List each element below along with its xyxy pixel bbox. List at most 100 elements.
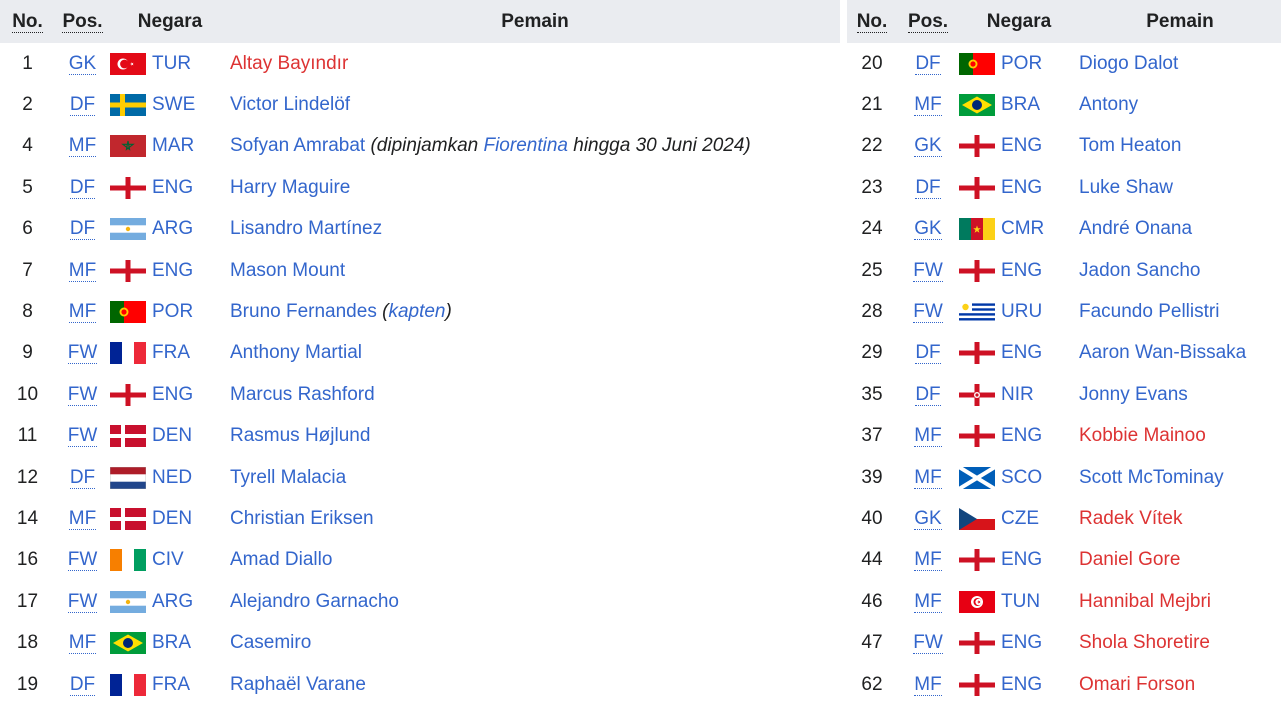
nation-code[interactable]: FRA — [152, 674, 190, 695]
netherlands-flag-icon[interactable] — [110, 466, 146, 489]
cameroon-flag-icon[interactable] — [959, 218, 995, 241]
nation-code[interactable]: SWE — [152, 94, 195, 115]
position-abbr[interactable]: DF — [69, 673, 96, 696]
nation-code[interactable]: TUR — [152, 53, 191, 74]
nation-code[interactable]: ENG — [152, 260, 193, 281]
england-flag-icon[interactable] — [959, 342, 995, 365]
nation-code[interactable]: ENG — [1001, 135, 1042, 156]
player-link[interactable]: Aaron Wan-Bissaka — [1079, 342, 1246, 363]
position-abbr[interactable]: DF — [915, 342, 941, 365]
position-abbr[interactable]: GK — [914, 135, 942, 158]
position-abbr[interactable]: MF — [914, 425, 942, 448]
nation-code[interactable]: DEN — [152, 425, 192, 446]
player-link[interactable]: Amad Diallo — [230, 549, 332, 570]
nation-code[interactable]: ENG — [1001, 674, 1042, 695]
nation-code[interactable]: ENG — [1001, 342, 1042, 363]
position-abbr[interactable]: DF — [915, 52, 941, 75]
position-abbr[interactable]: DF — [915, 383, 941, 406]
portugal-flag-icon[interactable] — [110, 301, 146, 324]
player-link[interactable]: Facundo Pellistri — [1079, 301, 1219, 322]
header-pos[interactable]: Pos. — [897, 0, 959, 43]
position-abbr[interactable]: GK — [914, 507, 942, 530]
nation-code[interactable]: NIR — [1001, 384, 1034, 405]
nation-code[interactable]: TUN — [1001, 591, 1040, 612]
player-link[interactable]: Jonny Evans — [1079, 384, 1188, 405]
player-link[interactable]: Kobbie Mainoo — [1079, 425, 1206, 446]
nation-code[interactable]: POR — [152, 301, 193, 322]
player-link[interactable]: Christian Eriksen — [230, 508, 374, 529]
position-abbr[interactable]: MF — [68, 135, 97, 158]
nation-code[interactable]: ENG — [1001, 549, 1042, 570]
nation-code[interactable]: BRA — [152, 632, 191, 653]
player-link[interactable]: Tom Heaton — [1079, 135, 1181, 156]
player-link[interactable]: Alejandro Garnacho — [230, 591, 399, 612]
france-flag-icon[interactable] — [110, 342, 146, 365]
england-flag-icon[interactable] — [110, 259, 146, 282]
england-flag-icon[interactable] — [959, 176, 995, 199]
position-abbr[interactable]: MF — [68, 632, 97, 655]
morocco-flag-icon[interactable] — [110, 135, 146, 158]
player-link[interactable]: Rasmus Højlund — [230, 425, 370, 446]
player-link[interactable]: Jadon Sancho — [1079, 260, 1201, 281]
header-no[interactable]: No. — [847, 0, 897, 43]
sweden-flag-icon[interactable] — [110, 94, 146, 117]
nation-code[interactable]: ENG — [1001, 632, 1042, 653]
position-abbr[interactable]: GK — [914, 218, 942, 241]
nation-code[interactable]: NED — [152, 467, 192, 488]
tunisia-flag-icon[interactable] — [959, 590, 995, 613]
england-flag-icon[interactable] — [110, 176, 146, 199]
nation-code[interactable]: BRA — [1001, 94, 1040, 115]
nation-code[interactable]: ENG — [1001, 260, 1042, 281]
uruguay-flag-icon[interactable] — [959, 301, 995, 324]
denmark-flag-icon[interactable] — [110, 507, 146, 530]
nation-code[interactable]: ARG — [152, 218, 193, 239]
player-link[interactable]: Harry Maguire — [230, 177, 350, 198]
player-link[interactable]: Scott McTominay — [1079, 467, 1224, 488]
brazil-flag-icon[interactable] — [959, 94, 995, 117]
position-abbr[interactable]: FW — [67, 383, 98, 406]
position-abbr[interactable]: FW — [67, 590, 98, 613]
player-link[interactable]: Victor Lindelöf — [230, 94, 350, 115]
player-link[interactable]: Daniel Gore — [1079, 549, 1180, 570]
player-link[interactable]: Raphaël Varane — [230, 674, 366, 695]
england-flag-icon[interactable] — [959, 259, 995, 282]
position-abbr[interactable]: GK — [68, 52, 97, 75]
turkey-flag-icon[interactable] — [110, 52, 146, 75]
nation-code[interactable]: DEN — [152, 508, 192, 529]
czech-flag-icon[interactable] — [959, 507, 995, 530]
nation-code[interactable]: ARG — [152, 591, 193, 612]
nation-code[interactable]: URU — [1001, 301, 1042, 322]
position-abbr[interactable]: MF — [914, 94, 942, 117]
position-abbr[interactable]: DF — [915, 176, 941, 199]
england-flag-icon[interactable] — [959, 135, 995, 158]
nation-code[interactable]: MAR — [152, 135, 194, 156]
scotland-flag-icon[interactable] — [959, 466, 995, 489]
header-no[interactable]: No. — [0, 0, 55, 43]
france-flag-icon[interactable] — [110, 673, 146, 696]
northern-ireland-flag-icon[interactable] — [959, 383, 995, 406]
ivory-coast-flag-icon[interactable] — [110, 549, 146, 572]
player-link[interactable]: Hannibal Mejbri — [1079, 591, 1211, 612]
nation-code[interactable]: CZE — [1001, 508, 1039, 529]
position-abbr[interactable]: DF — [69, 176, 96, 199]
player-link[interactable]: Shola Shoretire — [1079, 632, 1210, 653]
player-link[interactable]: Altay Bayındır — [230, 53, 348, 74]
player-link[interactable]: Casemiro — [230, 632, 311, 653]
player-link[interactable]: Antony — [1079, 94, 1138, 115]
nation-code[interactable]: FRA — [152, 342, 190, 363]
player-link[interactable]: Sofyan Amrabat — [230, 135, 365, 156]
nation-code[interactable]: CIV — [152, 549, 184, 570]
denmark-flag-icon[interactable] — [110, 425, 146, 448]
position-abbr[interactable]: MF — [68, 301, 97, 324]
position-abbr[interactable]: MF — [68, 259, 97, 282]
nation-code[interactable]: ENG — [152, 177, 193, 198]
position-abbr[interactable]: FW — [913, 301, 943, 324]
player-link[interactable]: Mason Mount — [230, 260, 345, 281]
england-flag-icon[interactable] — [959, 673, 995, 696]
position-abbr[interactable]: FW — [67, 342, 98, 365]
header-pos[interactable]: Pos. — [55, 0, 110, 43]
position-abbr[interactable]: MF — [914, 466, 942, 489]
position-abbr[interactable]: FW — [67, 549, 98, 572]
nation-code[interactable]: SCO — [1001, 467, 1042, 488]
player-link[interactable]: Diogo Dalot — [1079, 53, 1178, 74]
